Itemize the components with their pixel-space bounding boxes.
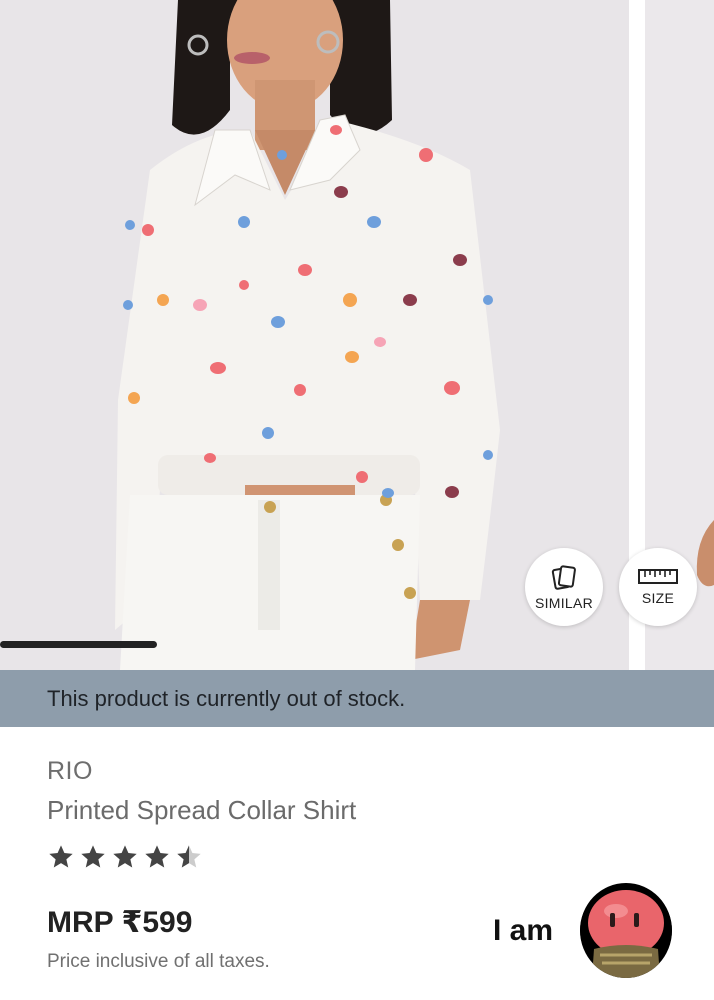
out-of-stock-message: This product is currently out of stock.	[47, 685, 406, 711]
similar-products-button[interactable]: SIMILAR	[525, 548, 603, 626]
ruler-icon	[638, 569, 678, 584]
star-icon-full	[113, 845, 137, 868]
price-tax-note: Price inclusive of all taxes.	[47, 951, 270, 972]
chat-assistant-label[interactable]: I am	[493, 914, 553, 948]
star-icon-full	[145, 845, 169, 868]
product-rating-stars[interactable]	[47, 843, 203, 871]
star-icon-full	[49, 845, 73, 868]
out-of-stock-banner: This product is currently out of stock.	[0, 670, 714, 727]
assistant-mascot-icon	[580, 884, 672, 978]
star-icon-full	[81, 845, 105, 868]
product-title: Printed Spread Collar Shirt	[47, 795, 357, 825]
carousel-progress-indicator	[0, 641, 157, 648]
size-button-label: SIZE	[641, 590, 675, 606]
star-icon-half	[177, 845, 201, 868]
similar-cards-icon	[551, 565, 576, 590]
similar-button-label: SIMILAR	[534, 595, 594, 611]
chat-assistant-avatar[interactable]	[580, 883, 672, 978]
product-price: MRP ₹599	[47, 906, 193, 939]
product-brand[interactable]: RIO	[47, 757, 93, 786]
size-chart-button[interactable]: SIZE	[619, 548, 697, 626]
product-image-carousel[interactable]: SIMILAR SIZE	[0, 0, 714, 670]
